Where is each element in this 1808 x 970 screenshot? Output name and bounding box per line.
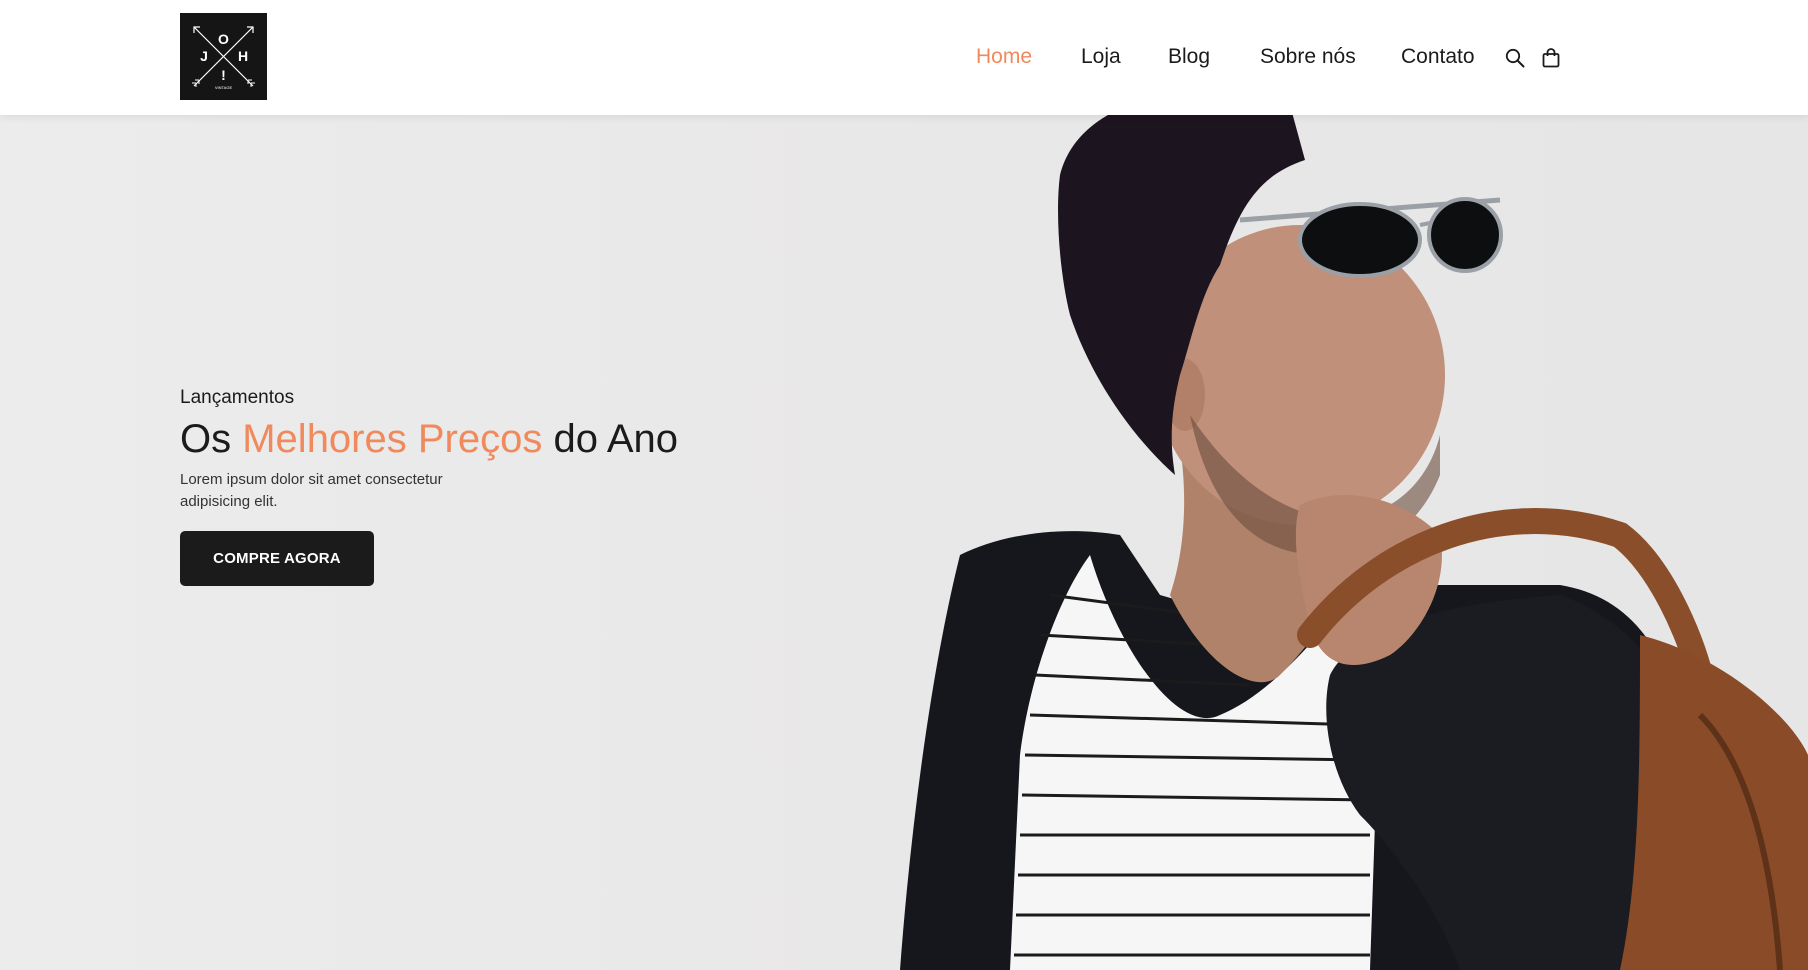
logo-tagline: VINTAGE [215,85,233,90]
nav-item-loja[interactable]: Loja [1081,44,1121,70]
shop-now-button[interactable]: COMPRE AGORA [180,531,374,586]
logo-letter: O [218,31,229,47]
hero-kicker: Lançamentos [180,387,295,408]
headline-accent: Melhores Preços [242,417,543,461]
site-header: O J H ! VINTAGE Home Loja Blog Sobre nós… [0,0,1808,115]
nav-item-contato[interactable]: Contato [1401,44,1475,70]
logo-letter: ! [221,67,226,83]
search-icon[interactable] [1504,47,1526,69]
logo-letter: J [200,48,208,64]
logo-mark-icon: O J H ! VINTAGE [192,26,255,90]
hero-banner: Lançamentos Os Melhores Preços do Ano Lo… [0,115,1808,970]
shopping-bag-icon[interactable] [1540,47,1562,69]
headline-part2: do Ano [542,417,679,461]
nav-item-sobre-nos[interactable]: Sobre nós [1260,44,1356,70]
hero-headline: Os Melhores Preços do Ano [180,417,678,462]
nav-item-blog[interactable]: Blog [1168,44,1210,70]
nav-item-home[interactable]: Home [976,44,1032,70]
logo-letter: H [238,48,248,64]
headline-part1: Os [180,417,243,461]
brand-logo[interactable]: O J H ! VINTAGE [180,13,267,100]
hero-description: Lorem ipsum dolor sit amet consectetur a… [180,471,443,510]
